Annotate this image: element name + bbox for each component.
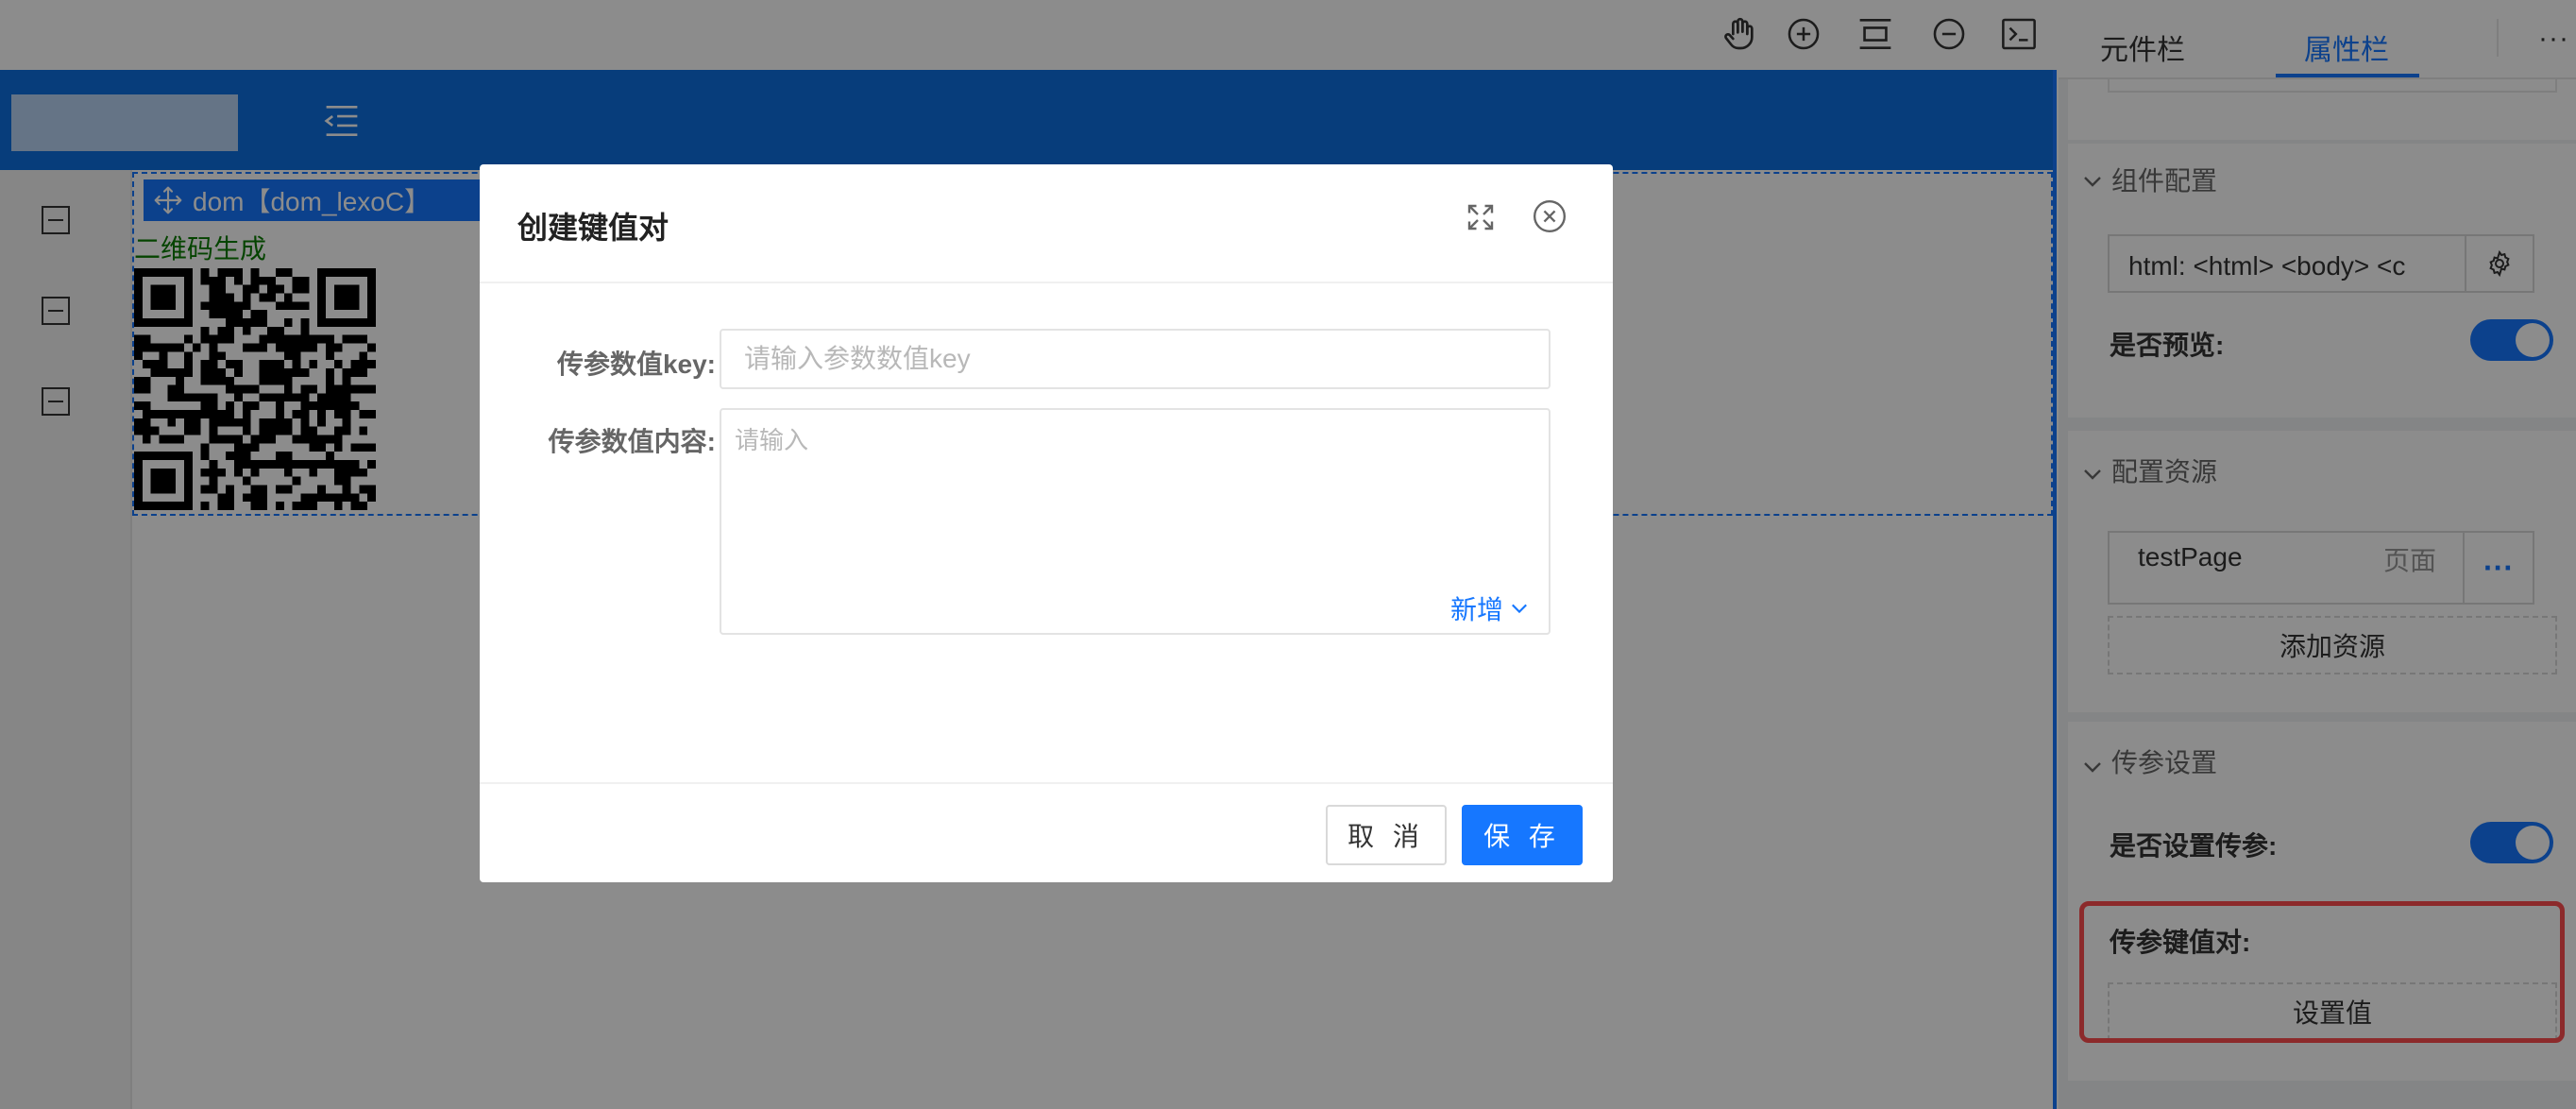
add-link-label: 新增 bbox=[1449, 595, 1503, 624]
add-link[interactable]: 新增 bbox=[1450, 589, 1528, 627]
modal-footer: 取 消 保 存 bbox=[480, 782, 1613, 882]
modal-header: 创建键值对 bbox=[480, 164, 1613, 283]
cancel-button[interactable]: 取 消 bbox=[1326, 805, 1447, 865]
save-button[interactable]: 保 存 bbox=[1462, 805, 1583, 865]
fullscreen-icon[interactable] bbox=[1464, 200, 1498, 234]
content-textarea[interactable] bbox=[721, 410, 1549, 580]
create-kv-modal: 创建键值对 传参数值key: 传参数值内容: 新增 取 消 保 存 bbox=[480, 164, 1613, 882]
key-input[interactable] bbox=[720, 329, 1551, 389]
key-field-label: 传参数值key: bbox=[556, 350, 716, 379]
close-icon[interactable] bbox=[1532, 198, 1568, 234]
modal-title: 创建键值对 bbox=[517, 211, 669, 245]
content-field-label: 传参数值内容: bbox=[548, 427, 716, 456]
chevron-down-icon bbox=[1512, 604, 1527, 614]
content-editor: 新增 bbox=[720, 408, 1551, 635]
